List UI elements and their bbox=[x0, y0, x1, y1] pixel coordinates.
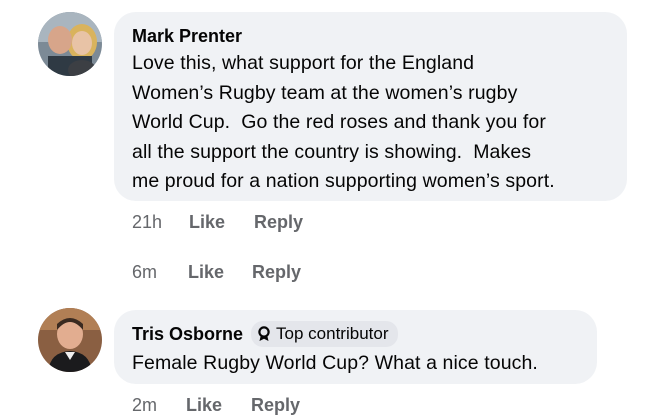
comment-text-line: World Cup. Go the red roses and thank yo… bbox=[132, 111, 546, 133]
comment-bubble: Tris Osborne Top contributor Female Rugby… bbox=[114, 310, 597, 384]
like-button[interactable]: Like bbox=[188, 262, 224, 283]
like-button[interactable]: Like bbox=[189, 212, 225, 233]
comment-text-line: Women’s Rugby team at the women’s rugby bbox=[132, 81, 518, 104]
comment-timestamp[interactable]: 6m bbox=[132, 262, 157, 283]
reply-button[interactable]: Reply bbox=[251, 395, 300, 416]
comment-timestamp[interactable]: 21h bbox=[132, 212, 162, 233]
reply-button[interactable]: Reply bbox=[252, 262, 301, 283]
profile-photo-couple bbox=[38, 12, 102, 76]
comment-bubble: Mark Prenter Love this, what support for… bbox=[114, 12, 627, 201]
badge-label: Top contributor bbox=[276, 324, 389, 343]
award-ribbon-icon bbox=[257, 326, 271, 342]
avatar[interactable] bbox=[38, 12, 102, 76]
comment-text: Female Rugby World Cup? What a nice touc… bbox=[132, 349, 579, 379]
comment-text-line: me proud for a nation supporting women’s… bbox=[132, 170, 555, 192]
avatar[interactable] bbox=[38, 308, 102, 372]
comment-text-line: Love this, what support for the England bbox=[132, 52, 475, 74]
like-button[interactable]: Like bbox=[186, 395, 222, 416]
comment-text-line: all the support the country is showing. … bbox=[132, 140, 532, 163]
profile-photo-man bbox=[38, 308, 102, 372]
comment-timestamp[interactable]: 2m bbox=[132, 395, 157, 416]
comment-author[interactable]: Tris Osborne bbox=[132, 324, 243, 344]
comment-text-line: Female Rugby World Cup? What a nice touc… bbox=[132, 352, 538, 374]
comment-author-row: Tris Osborne Top contributor bbox=[132, 321, 579, 348]
comment-text: Love this, what support for the England … bbox=[132, 49, 609, 197]
reply-button[interactable]: Reply bbox=[254, 212, 303, 233]
comment-author[interactable]: Mark Prenter bbox=[132, 25, 609, 47]
status-badge[interactable]: Top contributor bbox=[251, 321, 398, 347]
